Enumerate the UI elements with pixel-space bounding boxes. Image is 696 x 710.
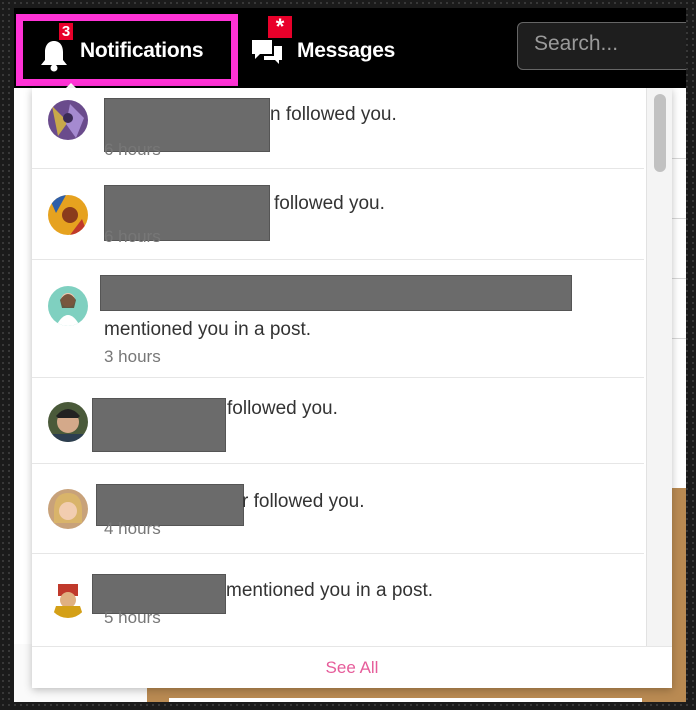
scrollbar[interactable] (646, 88, 672, 646)
notification-item[interactable]: followed you. (32, 378, 644, 464)
notification-item[interactable]: n followed you. 6 hours (32, 88, 644, 169)
user-avatar-image (48, 402, 88, 442)
notification-text: followed you. (274, 193, 385, 214)
notifications-list: n followed you. 6 hours followed you. 6 … (32, 88, 644, 646)
notification-time: 4 hours (104, 519, 161, 538)
notifications-dropdown: n followed you. 6 hours followed you. 6 … (32, 88, 672, 688)
notifications-nav-item[interactable]: 3 Notifications (16, 14, 238, 91)
notification-item[interactable]: mentioned you in a post. 5 hours (32, 554, 644, 646)
chat-bubbles-icon (252, 40, 282, 64)
user-avatar-image (48, 286, 88, 326)
search-input[interactable]: Search... (517, 22, 686, 70)
notification-text: r followed you. (242, 491, 365, 512)
notification-time: 5 hours (104, 608, 161, 627)
notification-item[interactable]: r followed you. 4 hours (32, 464, 644, 554)
avatar (48, 402, 88, 442)
messages-badge: * (268, 16, 292, 38)
notification-item[interactable]: mentioned you in a post. 3 hours (32, 260, 644, 378)
notification-text: n followed you. (270, 104, 397, 125)
user-avatar-image (48, 489, 88, 529)
notification-time: 3 hours (104, 347, 161, 366)
user-avatar-image (48, 578, 88, 618)
avatar (48, 489, 88, 529)
page-bottom-photo-edge (169, 698, 642, 702)
avatar (48, 286, 88, 326)
see-all-link[interactable]: See All (32, 646, 672, 688)
redacted-name (100, 275, 572, 311)
messages-nav-item[interactable]: * Messages (250, 14, 420, 84)
app-frame: 3 Notifications * Messages Search... n f… (14, 8, 686, 702)
top-navigation-bar: 3 Notifications * Messages Search... (14, 8, 686, 91)
notification-time: 6 hours (104, 227, 161, 246)
notifications-count-badge: 3 (59, 23, 73, 40)
messages-label: Messages (297, 39, 395, 62)
user-avatar-image (48, 195, 88, 235)
notification-text: mentioned you in a post. (226, 580, 434, 601)
notification-time: 6 hours (104, 140, 161, 159)
notification-text: mentioned you in a post. (104, 319, 312, 340)
avatar (48, 578, 88, 618)
notification-text: followed you. (227, 398, 338, 419)
notification-item[interactable]: followed you. 6 hours (32, 169, 644, 260)
redacted-name (92, 398, 226, 452)
notifications-label: Notifications (80, 39, 204, 62)
avatar (48, 100, 88, 140)
avatar (48, 195, 88, 235)
bell-icon (41, 41, 67, 72)
scrollbar-thumb[interactable] (654, 94, 666, 172)
user-avatar-image (48, 100, 88, 140)
